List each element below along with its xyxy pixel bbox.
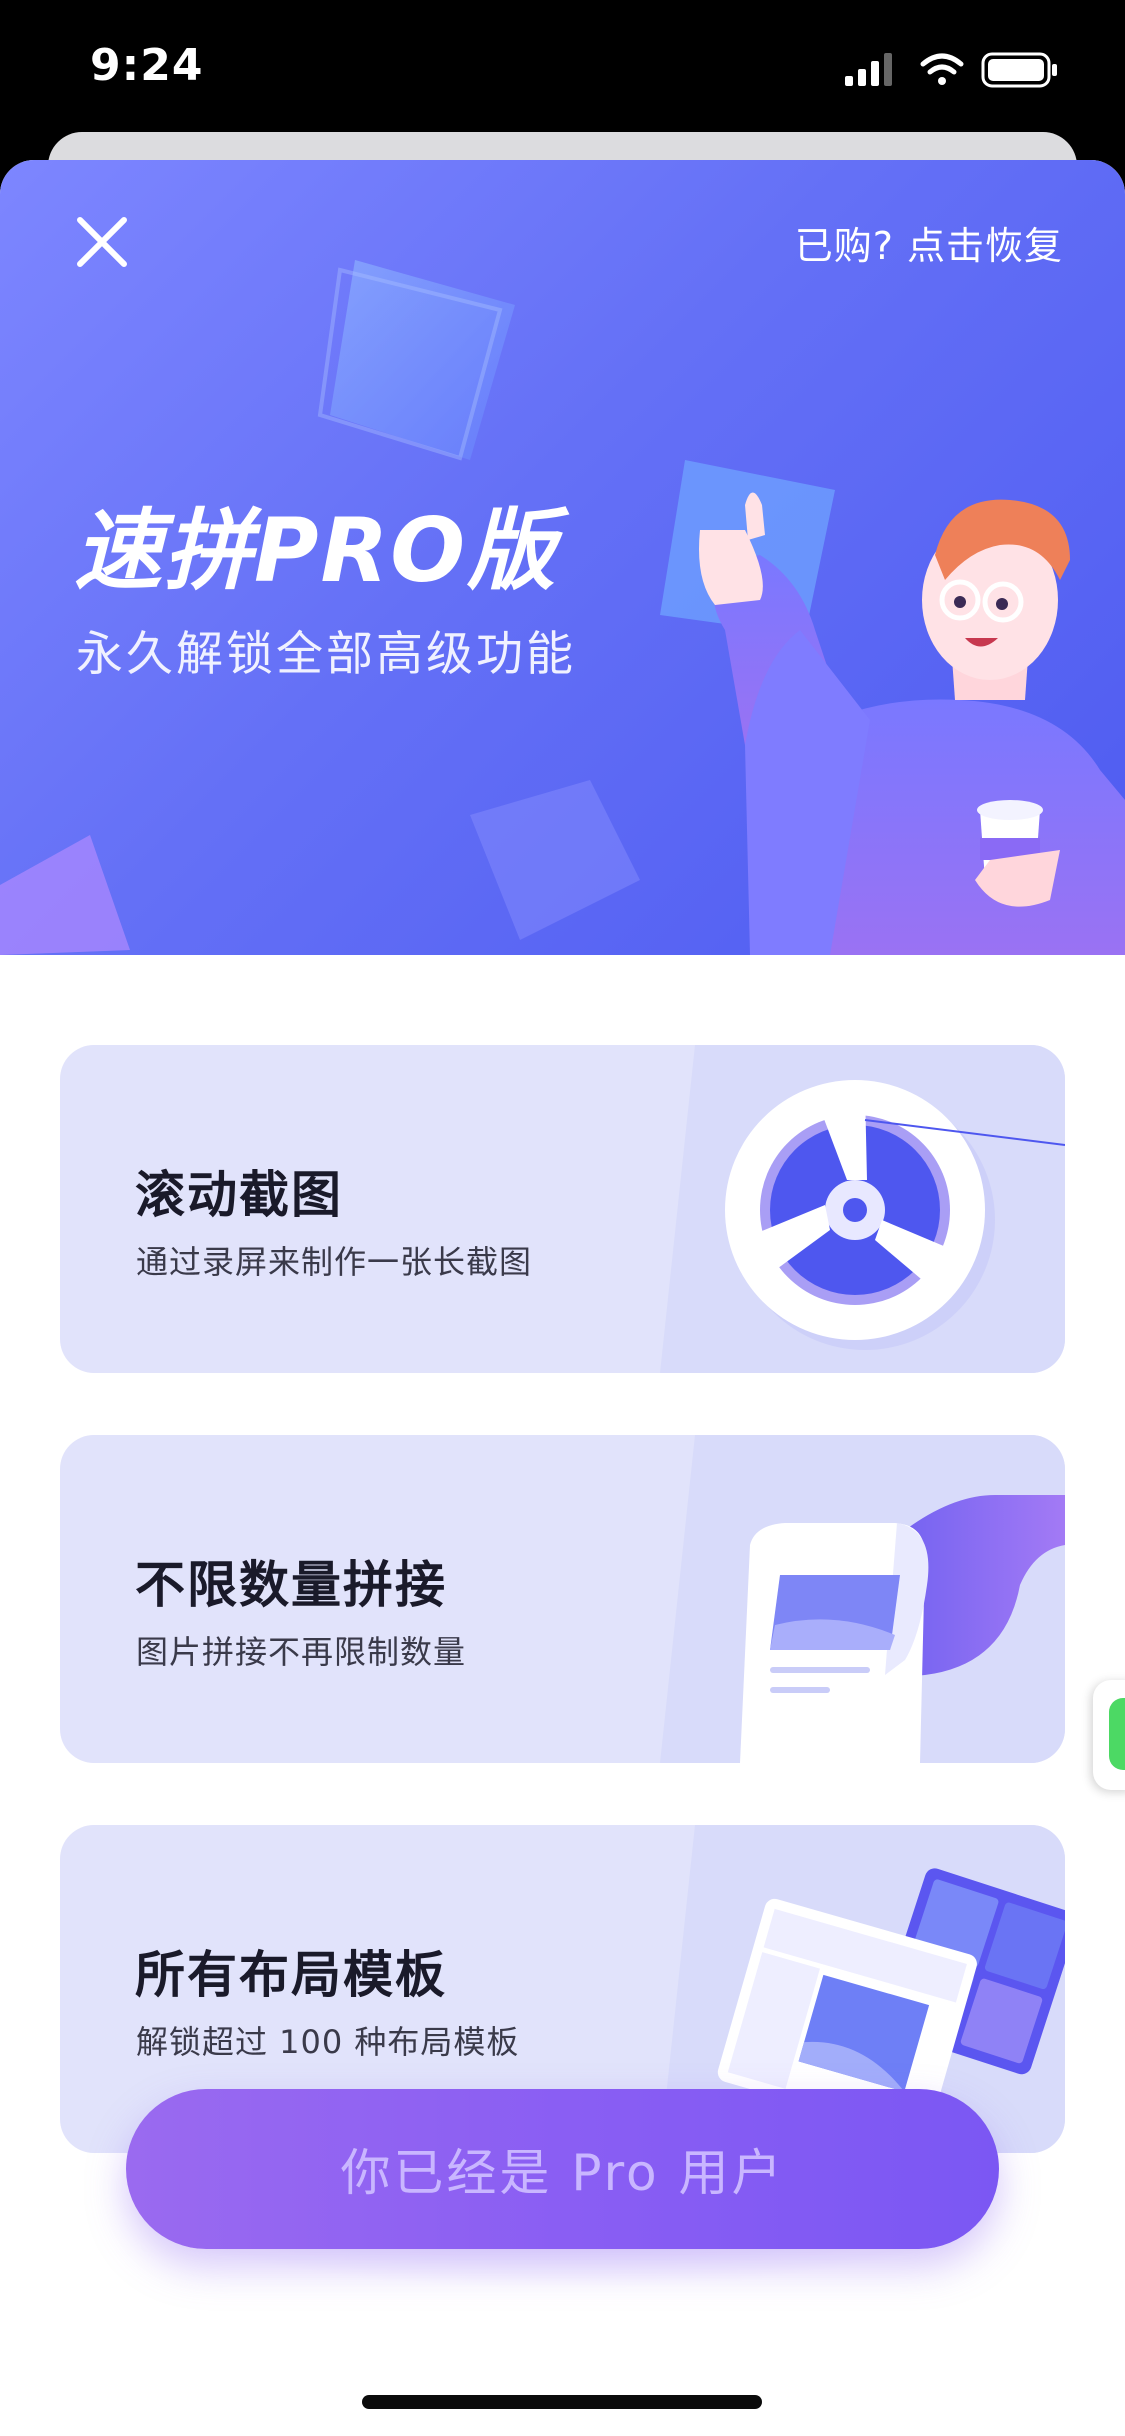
feature-title: 所有布局模板: [135, 1946, 447, 2004]
character-illustration: [699, 492, 1125, 955]
feature-card-unlimited-stitching: 不限数量拼接 图片拼接不再限制数量: [60, 1435, 1065, 1763]
hero-banner: 已购? 点击恢复 速拼PRO版 永久解锁全部高级功能: [0, 160, 1125, 955]
status-icons: [845, 52, 1057, 88]
home-indicator: [362, 2395, 762, 2409]
feature-title: 不限数量拼接: [135, 1556, 447, 1614]
feature-description: 通过录屏来制作一张长截图: [136, 1243, 533, 1281]
assistant-icon: [1109, 1698, 1125, 1770]
feature-card-scroll-screenshot: 滚动截图 通过录屏来制作一张长截图: [60, 1045, 1065, 1373]
pro-status-button[interactable]: 你已经是 Pro 用户: [126, 2089, 999, 2249]
hero-title: 速拼PRO版: [74, 499, 558, 602]
status-time: 9:24: [90, 40, 204, 91]
film-reel-icon: [725, 1080, 1065, 1350]
battery-icon: [981, 52, 1057, 88]
pro-upgrade-sheet: 已购? 点击恢复 速拼PRO版 永久解锁全部高级功能 滚动截图 通过录屏来制作一…: [0, 160, 1125, 2436]
close-icon[interactable]: [70, 210, 134, 274]
floating-assistant-widget[interactable]: [1093, 1680, 1125, 1790]
paper-scroll-icon: [740, 1495, 1065, 1763]
restore-purchase-link[interactable]: 已购? 点击恢复: [795, 215, 1063, 270]
feature-title: 滚动截图: [135, 1166, 343, 1224]
hero-subtitle: 永久解锁全部高级功能: [76, 627, 576, 682]
feature-description: 图片拼接不再限制数量: [136, 1633, 467, 1671]
wifi-icon: [920, 53, 964, 85]
status-bar: 9:24: [0, 0, 1125, 135]
cellular-signal-icon: [845, 53, 892, 86]
feature-description: 解锁超过 100 种布局模板: [136, 2023, 520, 2061]
